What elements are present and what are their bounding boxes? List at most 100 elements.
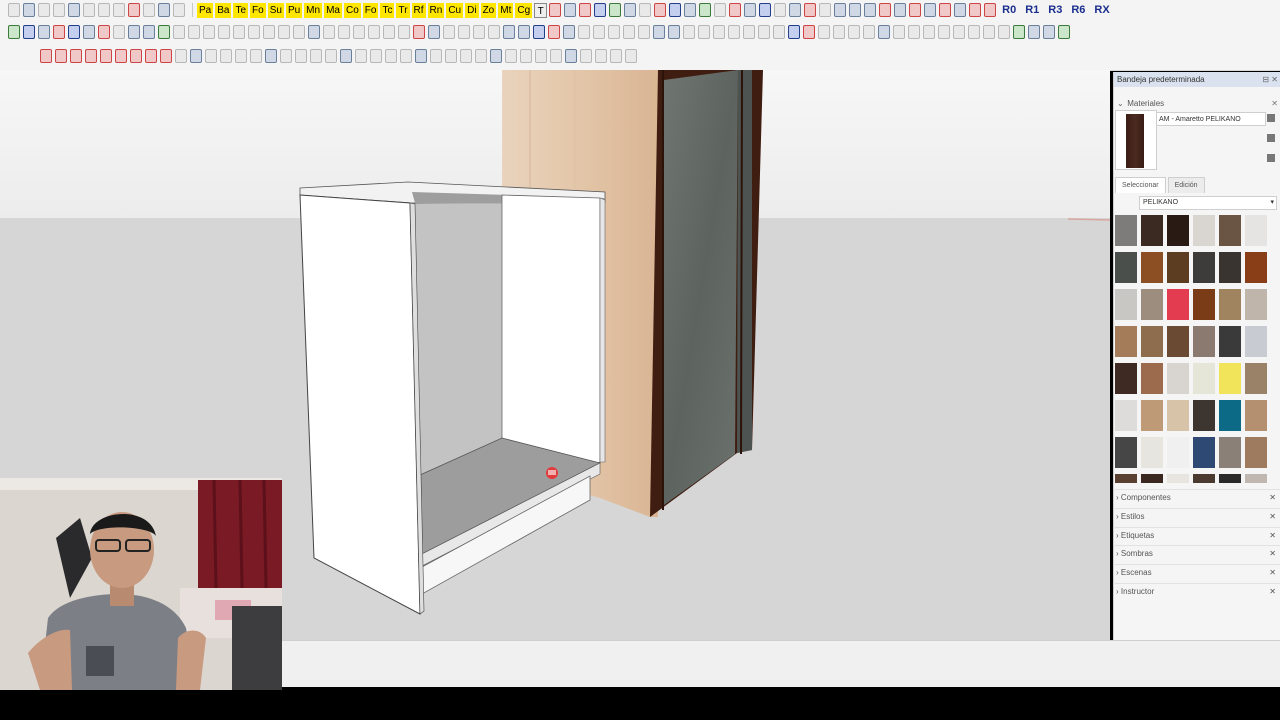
- toolbar-icon[interactable]: [563, 25, 575, 39]
- toolbar-icon[interactable]: [535, 49, 547, 63]
- toolbar-icon[interactable]: [789, 3, 802, 17]
- tab-edit[interactable]: Edición: [1167, 177, 1205, 193]
- toolbar-icon[interactable]: [879, 3, 892, 17]
- toolbar-icon[interactable]: [968, 25, 980, 39]
- toolbar-icon[interactable]: [774, 3, 787, 17]
- toolbar-icon[interactable]: [113, 25, 125, 39]
- toolbar-icon[interactable]: [368, 25, 380, 39]
- material-swatch[interactable]: [1219, 326, 1241, 357]
- toolbar-icon[interactable]: [203, 25, 215, 39]
- toolbar-icon[interactable]: [848, 25, 860, 39]
- display-secondary-icon[interactable]: [1267, 114, 1275, 122]
- material-swatch[interactable]: [1167, 215, 1189, 246]
- material-swatch[interactable]: [1193, 400, 1215, 431]
- toolbar-icon[interactable]: [98, 3, 110, 17]
- close-icon[interactable]: ✕: [1269, 546, 1276, 561]
- toolbar-icon[interactable]: [68, 3, 80, 17]
- toolbar-icon[interactable]: [398, 25, 410, 39]
- toolbar-icon[interactable]: [400, 49, 412, 63]
- toolbar-icon[interactable]: [248, 25, 260, 39]
- toolbar-icon[interactable]: [218, 25, 230, 39]
- toolbar-icon[interactable]: [188, 25, 200, 39]
- tray-section-sombras[interactable]: › Sombras ✕: [1113, 545, 1280, 560]
- toolbar-icon[interactable]: [954, 3, 967, 17]
- material-swatch[interactable]: [1141, 252, 1163, 283]
- toolbar-icon[interactable]: [53, 3, 65, 17]
- toolbar-icon[interactable]: [579, 3, 592, 17]
- material-swatch[interactable]: [1115, 437, 1137, 468]
- tray-section-escenas[interactable]: › Escenas ✕: [1113, 564, 1280, 579]
- toolbar-icon[interactable]: [908, 25, 920, 39]
- toolbar-icon[interactable]: [430, 49, 442, 63]
- toolbar-icon[interactable]: [863, 25, 875, 39]
- toolbar-icon[interactable]: [143, 25, 155, 39]
- shortcut-button[interactable]: Pu: [285, 2, 303, 18]
- shortcut-button[interactable]: Cu: [446, 2, 464, 18]
- material-swatch[interactable]: [1219, 437, 1241, 468]
- material-swatch[interactable]: [1167, 400, 1189, 431]
- toolbar-icon[interactable]: [8, 3, 20, 17]
- toolbar-icon[interactable]: [520, 49, 532, 63]
- toolbar-icon[interactable]: [308, 25, 320, 39]
- toolbar-icon[interactable]: [83, 3, 95, 17]
- toolbar-icon[interactable]: [158, 25, 170, 39]
- toolbar-icon[interactable]: [323, 25, 335, 39]
- toolbar-icon[interactable]: [265, 49, 277, 63]
- material-swatch[interactable]: [1219, 252, 1241, 283]
- toolbar-icon[interactable]: [1013, 25, 1025, 39]
- library-select[interactable]: PELIKANO ▾: [1139, 196, 1277, 210]
- material-swatch[interactable]: [1115, 400, 1137, 431]
- toolbar-icon[interactable]: [460, 49, 472, 63]
- shortcut-button[interactable]: Fo: [250, 2, 266, 18]
- tray-pin-icon[interactable]: ⊟ ✕: [1262, 72, 1278, 87]
- toolbar-icon[interactable]: [639, 3, 652, 17]
- tray-section-componentes[interactable]: › Componentes ✕: [1113, 489, 1280, 504]
- toolbar-icon[interactable]: [143, 3, 155, 17]
- material-swatch[interactable]: [1245, 326, 1267, 357]
- toolbar-icon[interactable]: [413, 25, 425, 39]
- toolbar-icon[interactable]: [594, 3, 607, 17]
- toolbar-icon[interactable]: [550, 49, 562, 63]
- toolbar-icon[interactable]: [864, 3, 877, 17]
- material-swatch[interactable]: [1115, 252, 1137, 283]
- material-swatch[interactable]: [1219, 215, 1241, 246]
- toolbar-icon[interactable]: [55, 49, 67, 63]
- toolbar-icon[interactable]: [578, 25, 590, 39]
- toolbar-icon[interactable]: [250, 49, 262, 63]
- shortcut-button[interactable]: Rn: [427, 2, 445, 18]
- material-swatch[interactable]: [1193, 326, 1215, 357]
- toolbar-icon[interactable]: [370, 49, 382, 63]
- material-swatch[interactable]: [1141, 363, 1163, 394]
- toolbar-icon[interactable]: [145, 49, 157, 63]
- material-swatch[interactable]: [1193, 437, 1215, 468]
- toolbar-icon[interactable]: [130, 49, 142, 63]
- toolbar-icon[interactable]: [340, 49, 352, 63]
- toolbar-icon[interactable]: [68, 25, 80, 39]
- toolbar-icon[interactable]: [638, 25, 650, 39]
- material-swatch[interactable]: [1219, 400, 1241, 431]
- toolbar-icon[interactable]: [100, 49, 112, 63]
- toolbar-icon[interactable]: [698, 25, 710, 39]
- material-swatch[interactable]: [1245, 437, 1267, 468]
- close-icon[interactable]: ✕: [1269, 565, 1276, 580]
- toolbar-icon[interactable]: [773, 25, 785, 39]
- material-swatch[interactable]: [1141, 437, 1163, 468]
- toolbar-icon[interactable]: [653, 25, 665, 39]
- toolbar-icon[interactable]: [338, 25, 350, 39]
- toolbar-icon[interactable]: [610, 49, 622, 63]
- shortcut-button[interactable]: Mt: [498, 2, 514, 18]
- material-swatch[interactable]: [1245, 400, 1267, 431]
- tray-section-etiquetas[interactable]: › Etiquetas ✕: [1113, 526, 1280, 542]
- toolbar-icon[interactable]: [894, 3, 907, 17]
- toolbar-icon[interactable]: [128, 25, 140, 39]
- toolbar-icon[interactable]: [490, 49, 502, 63]
- toolbar-icon[interactable]: [445, 49, 457, 63]
- shortcut-button[interactable]: Di: [465, 2, 479, 18]
- toolbar-icon[interactable]: [263, 25, 275, 39]
- material-swatch[interactable]: [1115, 289, 1137, 320]
- shortcut-button[interactable]: Cg: [515, 2, 533, 18]
- toolbar-icon[interactable]: [608, 25, 620, 39]
- tray-section-estilos[interactable]: › Estilos ✕: [1113, 507, 1280, 523]
- tray-section-instructor[interactable]: › Instructor ✕: [1113, 583, 1280, 598]
- toolbar-icon[interactable]: [1028, 25, 1040, 39]
